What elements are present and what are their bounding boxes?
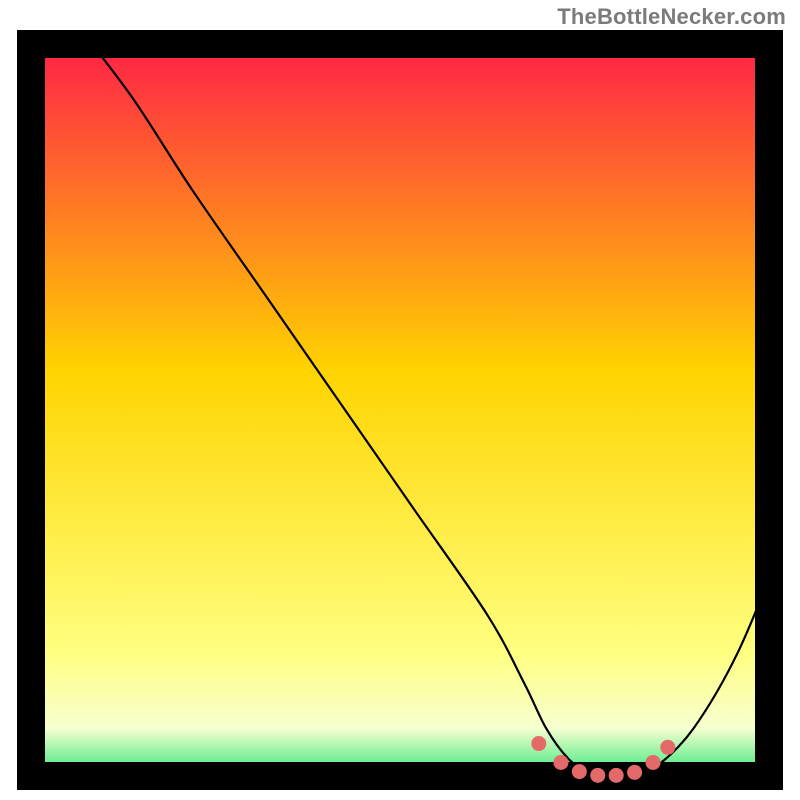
optimal-dot <box>572 764 587 779</box>
chart-frame: TheBottleNecker.com <box>0 0 800 800</box>
optimal-dot <box>553 755 568 770</box>
optimal-dot <box>646 755 661 770</box>
optimal-dot <box>609 768 624 783</box>
optimal-dot <box>531 736 546 751</box>
optimal-dot <box>660 740 675 755</box>
border-right <box>755 30 783 790</box>
bottleneck-plot <box>17 30 783 790</box>
border-left <box>17 30 45 790</box>
attribution-label: TheBottleNecker.com <box>557 4 786 30</box>
optimal-dot <box>590 768 605 783</box>
gradient-background <box>45 31 782 789</box>
optimal-dot <box>627 765 642 780</box>
